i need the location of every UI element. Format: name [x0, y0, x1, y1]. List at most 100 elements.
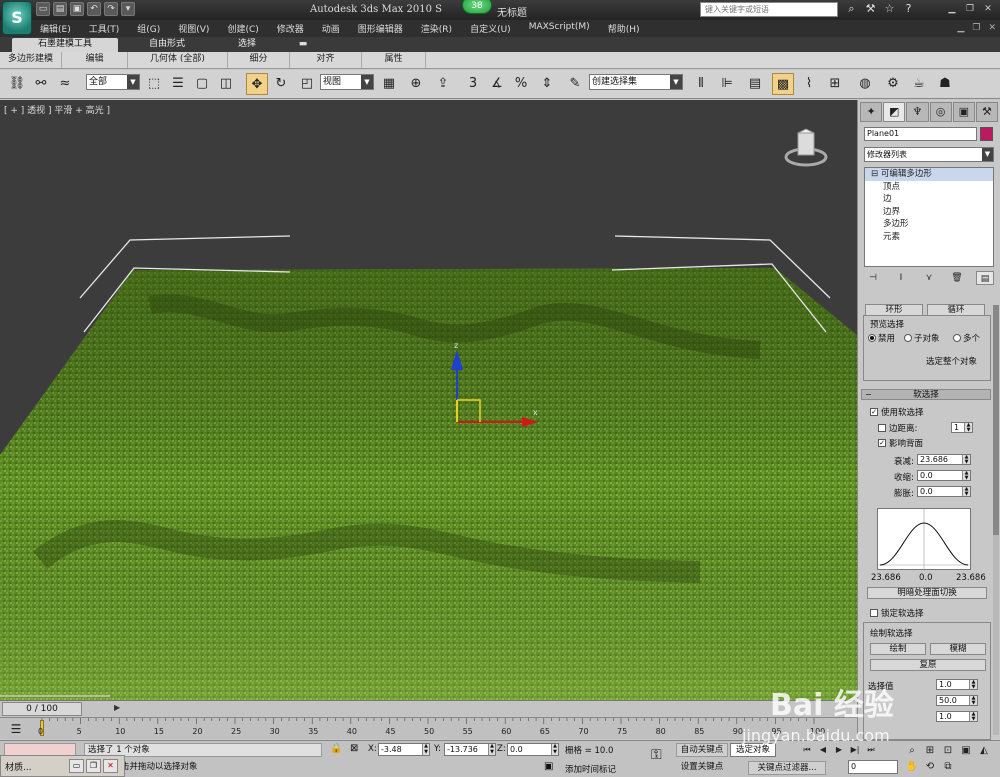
doc-restore-icon[interactable]: ❐ — [972, 23, 980, 33]
panel-polygon-modeling[interactable]: 多边形建模 — [0, 52, 62, 68]
doc-minimize-icon[interactable]: ▁ — [957, 23, 964, 33]
open-folder-icon[interactable]: ▤ — [53, 2, 67, 16]
select-move-icon[interactable]: ✥ — [246, 73, 268, 95]
modifier-list-dropdown[interactable]: 修改器列表 ▼ — [864, 147, 994, 162]
bind-spacewarp-icon[interactable]: ≈ — [54, 73, 76, 95]
viewport-label[interactable]: [ + ] 透视 ] 平滑 + 高光 ] — [4, 103, 110, 116]
select-rotate-icon[interactable]: ↻ — [270, 73, 292, 95]
zoom-extents-icon[interactable]: ⊡ — [941, 744, 955, 758]
next-frame-button-icon[interactable]: ▶| — [848, 743, 862, 756]
menu-tools[interactable]: 工具(T) — [89, 22, 120, 35]
key-selection-set-dropdown[interactable]: 选定对象 — [730, 743, 776, 757]
x-coordinate-field[interactable]: -3.48 ▲ ▼ — [378, 743, 430, 756]
manipulate-icon[interactable]: ⊕ — [405, 73, 427, 95]
unlink-icon[interactable]: ⚯ — [30, 73, 52, 95]
zoom-extents-all-icon[interactable]: ▣ — [959, 744, 973, 758]
render-setup-icon[interactable]: ⚙ — [882, 73, 904, 95]
configure-sets-icon[interactable]: ▤ — [976, 271, 994, 285]
pin-stack-icon[interactable]: ⊣ — [864, 271, 882, 285]
select-object-icon[interactable]: ⬚ — [143, 73, 165, 95]
stack-item-border[interactable]: 边界 — [865, 206, 993, 219]
revert-button[interactable]: 复原 — [870, 659, 986, 671]
absolute-mode-icon[interactable]: ⊠ — [350, 743, 358, 754]
panel-align[interactable]: 对齐 — [290, 52, 362, 68]
track-bar[interactable]: ☰ 0 5 10 15 20 25 30 35 40 45 50 55 60 65 70 75 80 85 90 95… — [0, 717, 857, 739]
render-production-icon[interactable]: ☗ — [934, 73, 956, 95]
edge-distance-spinner[interactable]: 1 ▲ ▼ — [951, 422, 973, 433]
panel-properties[interactable]: 属性 — [362, 52, 426, 68]
stack-item-vertex[interactable]: 顶点 — [865, 181, 993, 194]
new-file-icon[interactable]: ▭ — [36, 2, 50, 16]
close-icon[interactable]: ✕ — [980, 2, 996, 16]
stack-item-polygon[interactable]: 多边形 — [865, 218, 993, 231]
maximize-viewport-icon[interactable]: ⧉ — [941, 760, 955, 774]
rect-selection-icon[interactable]: ▢ — [191, 73, 213, 95]
named-selection-dropdown[interactable]: 创建选择集 ▼ — [589, 74, 683, 90]
menu-group[interactable]: 组(G) — [137, 22, 160, 35]
snap-toggle-icon[interactable]: 3 — [462, 73, 484, 95]
redo-icon[interactable]: ↷ — [104, 2, 118, 16]
doc-close-icon[interactable]: ✕ — [988, 23, 996, 33]
zoom-all-icon[interactable]: ⊞ — [923, 744, 937, 758]
set-key-button[interactable]: 设置关键点 — [676, 761, 728, 775]
binoculars-icon[interactable]: ⌕ — [845, 2, 858, 16]
stack-item-edge[interactable]: 边 — [865, 193, 993, 206]
tab-graphite-modeling[interactable]: 石墨建模工具 — [12, 38, 118, 52]
schematic-view-icon[interactable]: ⊞ — [824, 73, 846, 95]
key-mode-icon[interactable]: ⚿ — [651, 747, 662, 763]
close-window-icon[interactable]: ✕ — [103, 759, 118, 773]
previous-frame-icon[interactable]: ◀ — [816, 743, 830, 756]
window-crossing-icon[interactable]: ◫ — [215, 73, 237, 95]
bubble-spinner[interactable]: 0.0 ▲ ▼ — [917, 486, 971, 497]
tab-selection[interactable]: 选择 — [212, 38, 282, 52]
mini-curve-editor-icon[interactable]: ☰ — [8, 721, 24, 737]
make-unique-icon[interactable]: ⋎ — [920, 271, 938, 285]
scrollbar-thumb[interactable] — [993, 305, 999, 535]
zoom-icon[interactable]: ⌕ — [905, 744, 919, 758]
brush-strength-spinner[interactable]: 1.0 ▲ ▼ — [936, 711, 978, 722]
keyboard-shortcut-icon[interactable]: ⇪ — [432, 73, 454, 95]
edit-named-sets-icon[interactable]: ✎ — [564, 73, 586, 95]
ribbon-toggle-icon[interactable]: ▬ — [296, 38, 310, 52]
rendered-frame-icon[interactable]: ☕ — [908, 73, 930, 95]
blur-button[interactable]: 模糊 — [930, 643, 986, 655]
soft-selection-rollout[interactable]: − 软选择 — [861, 389, 991, 400]
menu-edit[interactable]: 编辑(E) — [40, 22, 71, 35]
link-icon[interactable]: ⛓ — [6, 73, 28, 95]
menu-customize[interactable]: 自定义(U) — [470, 22, 511, 35]
curve-editor-icon[interactable]: ⌇ — [798, 73, 820, 95]
hierarchy-tab-icon[interactable]: ♆ — [906, 102, 929, 122]
y-coordinate-field[interactable]: -13.736 ▲ ▼ — [444, 743, 496, 756]
maximize-icon[interactable]: ❐ — [86, 759, 101, 773]
menu-maxscript[interactable]: MAXScript(M) — [529, 22, 590, 35]
go-to-end-icon[interactable]: ⏭ — [864, 743, 878, 756]
current-frame-field[interactable]: 0 — [848, 760, 898, 774]
reference-coord-dropdown[interactable]: 视图 ▼ — [320, 74, 374, 90]
time-slider[interactable]: 0 / 100 ▶ — [0, 700, 857, 717]
lock-selection-icon[interactable]: 🔒 — [330, 743, 342, 754]
edge-distance-checkbox[interactable] — [878, 424, 886, 432]
time-slider-thumb[interactable]: 0 / 100 — [2, 702, 82, 716]
menu-graph-editors[interactable]: 图形编辑器 — [358, 22, 403, 35]
menu-create[interactable]: 创建(C) — [227, 22, 258, 35]
star-icon[interactable]: ☆ — [883, 2, 896, 16]
panel-edit[interactable]: 编辑 — [62, 52, 128, 68]
show-end-result-icon[interactable]: Ⅰ — [892, 271, 910, 285]
stack-item-element[interactable]: 元素 — [865, 231, 993, 244]
object-color-swatch[interactable] — [980, 127, 993, 141]
align-icon[interactable]: ⊫ — [716, 73, 738, 95]
affect-backfacing-checkbox[interactable]: ✓ — [878, 439, 886, 447]
utilities-tab-icon[interactable]: ⚒ — [975, 102, 999, 122]
move-gizmo-icon[interactable]: z x — [440, 340, 550, 430]
z-coordinate-field[interactable]: 0.0 ▲ ▼ — [507, 743, 559, 756]
minimize-icon[interactable]: ▁ — [944, 2, 960, 16]
pivot-center-icon[interactable]: ▦ — [378, 73, 400, 95]
remove-modifier-icon[interactable]: 🗑 — [948, 271, 966, 285]
panel-subdivision[interactable]: 细分 — [228, 52, 290, 68]
menu-help[interactable]: 帮助(H) — [608, 22, 640, 35]
percent-snap-icon[interactable]: % — [510, 73, 532, 95]
preview-subobject-radio[interactable] — [904, 334, 912, 342]
use-soft-selection-checkbox[interactable]: ✓ — [870, 408, 878, 416]
perspective-viewport[interactable]: [ + ] 透视 ] 平滑 + 高光 ] z x — [0, 100, 857, 700]
minimized-window-bar[interactable]: 材质... ▭ ❐ ✕ — [0, 755, 125, 777]
